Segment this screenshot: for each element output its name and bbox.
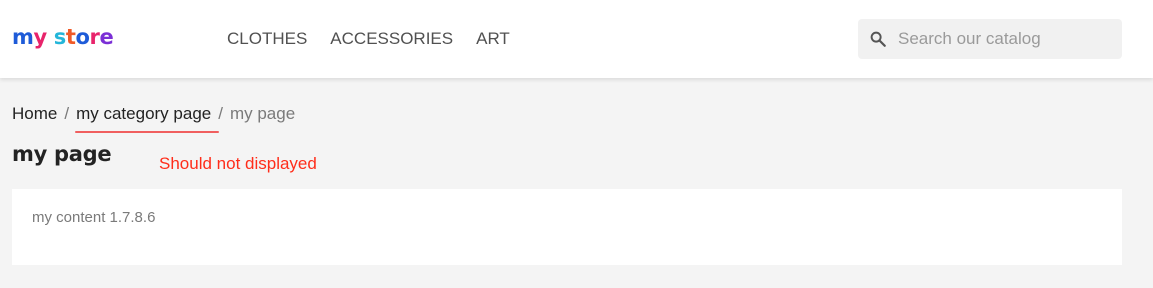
menu-item-accessories[interactable]: ACCESSORIES	[330, 29, 453, 49]
logo-letter: m	[12, 25, 34, 49]
logo-letter	[47, 24, 54, 50]
breadcrumb-current: my page	[229, 104, 296, 123]
logo-letter: s	[53, 25, 67, 49]
search-box	[858, 19, 1122, 59]
main-menu: CLOTHES ACCESSORIES ART	[227, 29, 510, 49]
menu-item-art[interactable]: ART	[476, 29, 510, 49]
logo-letter: t	[65, 25, 76, 49]
menu-item-clothes[interactable]: CLOTHES	[227, 29, 307, 49]
breadcrumb-separator: /	[64, 104, 70, 123]
site-header: my store CLOTHES ACCESSORIES ART	[0, 0, 1153, 78]
breadcrumb-separator: /	[218, 104, 223, 123]
logo-letter: o	[75, 25, 90, 49]
search-icon[interactable]	[869, 30, 887, 48]
page-title: my page	[12, 142, 112, 166]
annotation-note: Should not displayed	[159, 154, 317, 173]
page-content: my content 1.7.8.6	[12, 189, 1122, 265]
search-input[interactable]	[898, 19, 1113, 59]
logo-letter: e	[99, 25, 114, 49]
annotation-underline	[75, 131, 219, 133]
breadcrumb: Home / my category page / my page	[12, 104, 295, 124]
logo-letter: y	[33, 25, 47, 49]
breadcrumb-category[interactable]: my category page	[76, 104, 211, 123]
store-logo[interactable]: my store	[12, 24, 114, 50]
logo-letter: r	[89, 25, 100, 49]
breadcrumb-home[interactable]: Home	[12, 104, 57, 123]
content-text: my content 1.7.8.6	[32, 209, 156, 226]
